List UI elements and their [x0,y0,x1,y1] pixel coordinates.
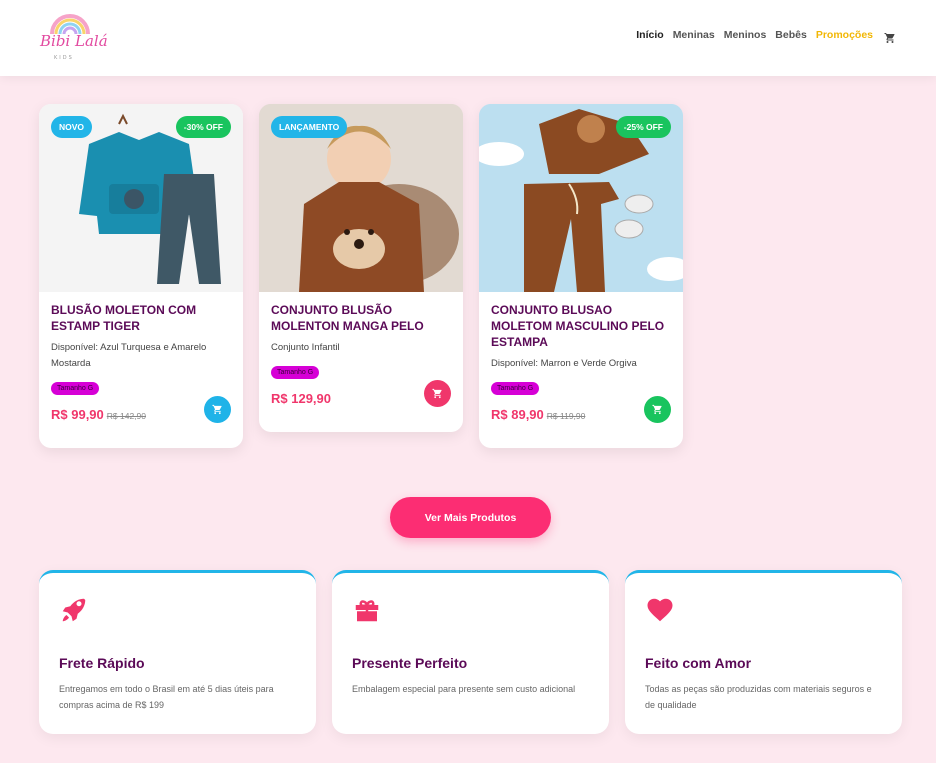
product-badge-launch: LANÇAMENTO [271,116,348,138]
add-to-cart-button[interactable] [424,380,451,407]
add-to-cart-button[interactable] [644,396,671,423]
product-old-price: R$ 119,90 [546,411,586,421]
heart-icon [647,598,673,622]
rocket-icon [62,598,86,622]
feature-title: Feito com Amor [645,655,752,671]
nav-item-meninas[interactable]: Meninas [673,29,715,41]
brand-sub: KIDS [54,55,74,61]
cart-icon[interactable] [884,29,896,43]
cart-icon [652,404,662,415]
product-price: R$ 129,90 [271,391,331,406]
see-more-products-button[interactable]: Ver Mais Produtos [390,497,551,538]
add-to-cart-button[interactable] [204,396,231,423]
product-image[interactable]: LANÇAMENTO [259,104,463,292]
nav-item-promocoes[interactable]: Promoções [816,29,873,41]
feature-text: Todas as peças são produzidas com materi… [645,684,872,710]
feature-card-love: Feito com Amor Todas as peças são produz… [625,570,902,734]
product-card[interactable]: -25% OFF CONJUNTO BLUSAO MOLETOM MASCULI… [479,104,683,448]
nav-item-inicio[interactable]: Início [636,29,663,41]
feature-text: Embalagem especial para presente sem cus… [352,684,576,694]
site-header: Bibi Lalá KIDS Início Meninas Meninos Be… [0,0,936,76]
product-badge-discount: -30% OFF [175,116,231,138]
product-image[interactable]: NOVO -30% OFF [39,104,243,292]
product-badge-new: NOVO [51,116,93,138]
brand-logo[interactable]: Bibi Lalá KIDS [38,10,108,66]
size-tag: Tamanho G [491,382,540,395]
product-title[interactable]: CONJUNTO BLUSAO MOLETOM MASCULINO PELO E… [491,302,671,350]
product-description: Disponível: Marron e Verde Orgiva [491,358,637,369]
product-description: Disponível: Azul Turquesa e Amarelo Most… [51,342,207,369]
product-badge-discount: -25% OFF [615,116,671,138]
product-body: BLUSÃO MOLETON COM ESTAMP TIGER Disponív… [39,292,243,434]
product-body: CONJUNTO BLUSÃO MOLENTON MANGA PELO Conj… [259,292,463,418]
product-card[interactable]: LANÇAMENTO CONJUNTO BLUSÃO MOLENTON MANG… [259,104,463,432]
size-tag: Tamanho G [271,366,320,379]
size-tag: Tamanho G [51,382,100,395]
product-title[interactable]: CONJUNTO BLUSÃO MOLENTON MANGA PELO [271,302,451,334]
product-title[interactable]: BLUSÃO MOLETON COM ESTAMP TIGER [51,302,231,334]
product-image[interactable]: -25% OFF [479,104,683,292]
product-description: Conjunto Infantil [271,342,340,353]
feature-text: Entregamos em todo o Brasil em até 5 dia… [59,684,274,710]
brand-name: Bibi Lalá [40,32,108,50]
cart-icon [212,404,222,415]
nav-item-meninos[interactable]: Meninos [724,29,767,41]
nav-item-bebes[interactable]: Bebês [775,29,807,41]
gift-icon [355,600,379,622]
feature-title: Presente Perfeito [352,655,468,671]
main-nav: Início Meninas Meninos Bebês Promoções [627,29,896,43]
feature-card-gift: Presente Perfeito Embalagem especial par… [332,570,609,734]
product-price: R$ 89,90 [491,407,544,422]
product-price: R$ 99,90 [51,407,104,422]
product-body: CONJUNTO BLUSAO MOLETOM MASCULINO PELO E… [479,292,683,434]
product-old-price: R$ 142,90 [106,411,146,421]
feature-card-shipping: Frete Rápido Entregamos em todo o Brasil… [39,570,316,734]
product-card[interactable]: NOVO -30% OFF BLUSÃO MOLETON COM ESTAMP … [39,104,243,448]
cart-icon [432,388,442,399]
feature-title: Frete Rápido [59,655,145,671]
